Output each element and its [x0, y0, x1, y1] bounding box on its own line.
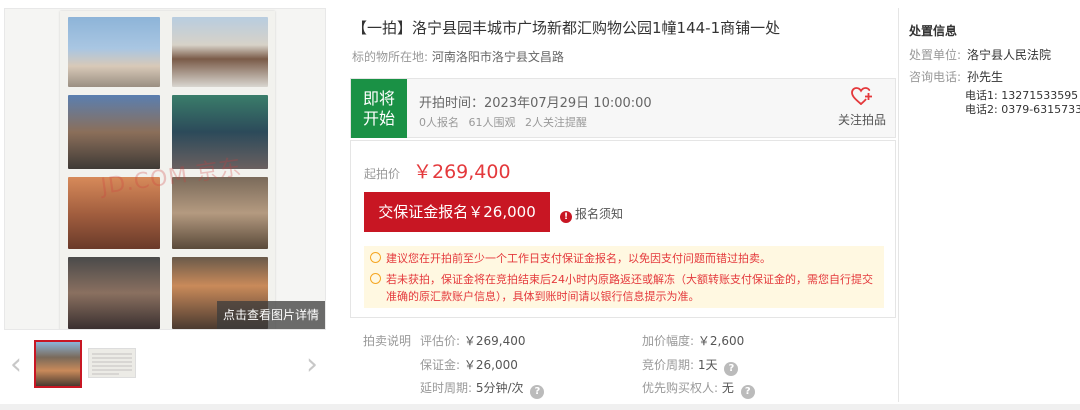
bottom-divider [0, 404, 1080, 410]
bidding-cycle-value: 1天 [697, 358, 718, 372]
deposit-amount-label: 保证金: [420, 358, 461, 372]
status-badge: 即将 开始 [351, 79, 407, 138]
heart-plus-icon [851, 87, 872, 105]
pay-deposit-register-button[interactable]: 交保证金报名￥26,000 [364, 192, 550, 232]
appraisal-price: 评估价: ￥269,400 [420, 332, 526, 349]
bid-increment: 加价幅度: ￥2,600 [642, 332, 744, 349]
help-icon[interactable]: ? [724, 362, 739, 376]
auction-details: 拍卖说明 评估价: ￥269,400 保证金: ￥26,000 延时周期: 5分… [350, 322, 896, 402]
follow-item-button[interactable]: 关注拍品 [837, 87, 887, 128]
extension-period: 延时周期: 5分钟/次 ? [420, 379, 545, 399]
disposal-info-panel: 处置信息 处置单位: 洛宁县人民法院 咨询电话: 孙先生 电话1: 13271533… [898, 8, 1080, 402]
disposal-unit-value: 洛宁县人民法院 [967, 48, 1052, 62]
deposit-amount: 保证金: ￥26,000 [420, 356, 518, 373]
consult-contact-name: 孙先生 [967, 70, 1004, 84]
auction-details-label: 拍卖说明 [363, 334, 412, 348]
lightbulb-icon [370, 273, 381, 284]
appraisal-price-value: ￥269,400 [463, 334, 526, 348]
priority-purchaser-value: 无 [721, 381, 734, 395]
priority-purchaser-label: 优先购买权人: [642, 381, 719, 395]
price-panel: 起拍价 ￥269,400 交保证金报名￥26,000 ! 报名须知 建议您在开拍前… [350, 140, 896, 318]
thumbnail-strip: ‹ › [0, 336, 330, 396]
disposal-unit: 处置单位: 洛宁县人民法院 [909, 46, 1051, 63]
status-badge-line-1: 即将 [362, 89, 395, 108]
location-value: 河南洛阳市洛宁县文昌路 [431, 50, 564, 64]
auction-start-time: 开拍时间：2023年07月29日 10:00:00 [419, 96, 652, 111]
consult-contact-label: 咨询电话: [909, 70, 962, 84]
starting-price-label: 起拍价 [364, 167, 401, 181]
document-thumbnail-icon [89, 349, 135, 377]
deposit-tips: 建议您在开拍前至少一个工作日支付保证金报名，以免因支付问题而错过拍卖。 若未获拍… [364, 246, 884, 308]
auction-status-panel: 即将 开始 开拍时间：2023年07月29日 10:00:00 0人报名 61人… [350, 78, 896, 138]
consult-contact: 咨询电话: 孙先生 [909, 68, 1003, 85]
status-badge-line-2: 开始 [362, 109, 395, 128]
lightbulb-icon [370, 252, 381, 263]
starting-price-value: ￥269,400 [413, 161, 511, 183]
registration-notice-link[interactable]: ! 报名须知 [560, 205, 623, 223]
extension-period-value: 5分钟/次 [475, 381, 524, 395]
priority-purchaser: 优先购买权人: 无 ? [642, 379, 755, 399]
disposal-unit-label: 处置单位: [909, 48, 962, 62]
location-label: 标的物所在地: [352, 50, 429, 64]
tip-text: 建议您在开拍前至少一个工作日支付保证金报名，以免因支付问题而错过拍卖。 [386, 252, 771, 265]
disposal-info-title: 处置信息 [909, 24, 958, 38]
help-icon[interactable]: ? [530, 385, 545, 399]
bidding-cycle: 竞价周期: 1天 ? [642, 356, 739, 376]
help-icon[interactable]: ? [740, 385, 755, 399]
reminder-count: 2人关注提醒 [525, 116, 587, 129]
deposit-amount-value: ￥26,000 [463, 358, 518, 372]
tip-text: 若未获拍，保证金将在竞拍结束后24小时内原路返还或解冻（大额转账支付保证金的，需… [386, 273, 873, 303]
bid-increment-label: 加价幅度: [642, 334, 695, 348]
registration-notice-label: 报名须知 [575, 207, 624, 221]
item-title: 【一拍】洛宁县园丰城市广场新都汇购物公园1幢144-1商铺一处 [352, 19, 781, 37]
thumbnail-1[interactable] [34, 340, 82, 388]
follow-item-label: 关注拍品 [837, 113, 886, 127]
main-image[interactable]: JD.COM 京东 点击查看图片详情 [4, 8, 326, 330]
appraisal-price-label: 评估价: [420, 334, 461, 348]
bidding-cycle-label: 竞价周期: [642, 358, 695, 372]
signup-count: 0人报名 [419, 116, 459, 129]
prev-thumbnail-arrow[interactable]: ‹ [6, 350, 26, 380]
watcher-count: 61人围观 [468, 116, 516, 129]
thumbnail-2[interactable] [88, 348, 136, 378]
tip-item: 建议您在开拍前至少一个工作日支付保证金报名，以免因支付问题而错过拍卖。 [370, 250, 878, 267]
phone-2: 电话2: 0379-63157333 [965, 103, 1080, 116]
next-thumbnail-arrow[interactable]: › [302, 350, 322, 380]
tip-item: 若未获拍，保证金将在竞拍结束后24小时内原路返还或解冻（大额转账支付保证金的，需… [370, 271, 878, 305]
participation-counts: 0人报名 61人围观 2人关注提醒 [419, 114, 593, 130]
alert-icon: ! [560, 211, 572, 223]
bid-increment-value: ￥2,600 [697, 334, 745, 348]
extension-period-label: 延时周期: [420, 381, 473, 395]
view-image-details-button[interactable]: 点击查看图片详情 [217, 301, 325, 329]
item-location: 标的物所在地: 河南洛阳市洛宁县文昌路 [352, 48, 564, 65]
